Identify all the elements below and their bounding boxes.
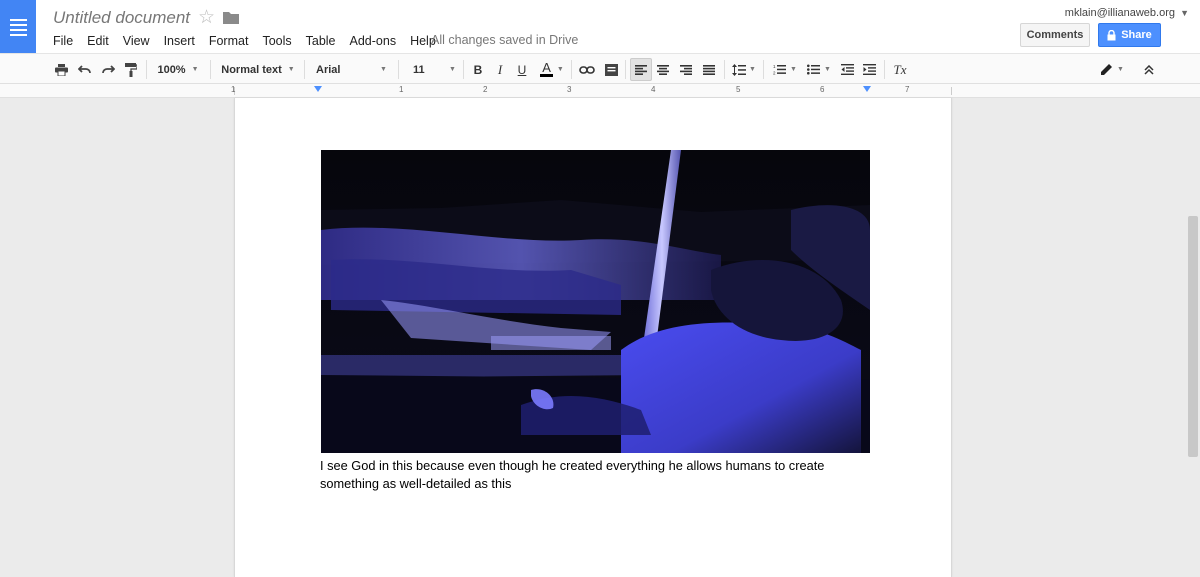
increase-indent-icon <box>862 64 876 75</box>
line-spacing-button[interactable]: ▼ <box>730 54 758 85</box>
menu-view[interactable]: View <box>123 34 150 48</box>
decrease-indent-icon <box>840 64 854 75</box>
chevron-down-icon: ▼ <box>1117 66 1124 73</box>
share-button[interactable]: Share <box>1098 23 1161 47</box>
text-color-button[interactable]: A ▼ <box>537 54 567 85</box>
undo-icon <box>77 64 91 73</box>
numbered-list-icon: 12 <box>773 64 787 76</box>
menu-tools[interactable]: Tools <box>262 34 291 48</box>
align-right-icon <box>680 64 692 75</box>
zoom-select[interactable]: 100% ▼ <box>152 54 204 85</box>
document-body-text[interactable]: I see God in this because even though he… <box>320 457 860 493</box>
print-button[interactable] <box>52 54 70 85</box>
chevron-down-icon: ▼ <box>790 66 797 73</box>
comment-icon <box>604 63 618 76</box>
embedded-photo[interactable] <box>321 150 870 453</box>
editing-mode-button[interactable]: ▼ <box>1097 54 1127 85</box>
docs-home-logo-icon[interactable] <box>0 0 36 53</box>
pencil-icon <box>1101 64 1113 75</box>
menu-table[interactable]: Table <box>306 34 336 48</box>
document-title[interactable]: Untitled document <box>53 8 190 28</box>
lock-icon <box>1107 29 1116 40</box>
collapse-menus-button[interactable] <box>1140 54 1158 85</box>
font-size-select[interactable]: 11 ▼ <box>404 54 458 85</box>
align-left-button[interactable] <box>630 58 652 81</box>
chevron-down-icon: ▼ <box>824 66 831 73</box>
svg-text:1: 1 <box>773 64 776 69</box>
font-family-value: Arial <box>316 63 341 76</box>
photo-content <box>321 150 870 453</box>
chevron-down-icon: ▼ <box>380 66 387 73</box>
insert-comment-button[interactable] <box>601 54 621 85</box>
document-canvas: I see God in this because even though he… <box>0 98 1200 577</box>
chevron-down-icon: ▼ <box>287 66 295 73</box>
print-icon <box>54 63 68 76</box>
docs-header: Untitled document ☆ File Edit View Inser… <box>0 0 1200 53</box>
account-caret-icon[interactable]: ▼ <box>1180 8 1189 18</box>
chevron-down-icon: ▼ <box>449 66 456 73</box>
double-chevron-up-icon <box>1144 64 1154 75</box>
comments-button[interactable]: Comments <box>1020 23 1090 47</box>
zoom-value: 100% <box>157 63 186 76</box>
menu-insert[interactable]: Insert <box>164 34 195 48</box>
align-right-button[interactable] <box>677 54 695 85</box>
line-spacing-icon <box>732 63 747 76</box>
chevron-down-icon: ▼ <box>191 66 199 73</box>
font-size-value: 11 <box>413 63 425 76</box>
ruler-number: 2 <box>483 85 488 94</box>
paint-format-button[interactable] <box>122 54 140 85</box>
align-justify-button[interactable] <box>700 54 718 85</box>
bold-button[interactable]: B <box>470 54 486 85</box>
folder-icon[interactable] <box>223 11 239 24</box>
horizontal-ruler[interactable]: 1 1 2 3 4 5 6 7 <box>0 84 1200 98</box>
align-left-icon <box>635 64 647 75</box>
increase-indent-button[interactable] <box>860 54 878 85</box>
redo-button[interactable] <box>99 54 117 85</box>
chevron-down-icon: ▼ <box>749 66 756 73</box>
ruler-number: 1 <box>399 85 404 94</box>
right-indent-marker-icon[interactable] <box>863 86 871 92</box>
ruler-number: 6 <box>820 85 825 94</box>
menu-edit[interactable]: Edit <box>87 34 109 48</box>
ruler-number: 4 <box>651 85 656 94</box>
align-center-button[interactable] <box>654 54 672 85</box>
decrease-indent-button[interactable] <box>838 54 856 85</box>
align-justify-icon <box>703 64 715 75</box>
italic-button[interactable]: I <box>492 54 508 85</box>
menu-format[interactable]: Format <box>209 34 249 48</box>
bulleted-list-button[interactable]: ▼ <box>804 54 834 85</box>
svg-text:2: 2 <box>773 71 776 76</box>
text-color-icon: A <box>540 60 553 77</box>
ruler-number: 5 <box>736 85 741 94</box>
chevron-down-icon: ▼ <box>556 66 564 73</box>
align-center-icon <box>657 64 669 75</box>
insert-link-button[interactable] <box>577 54 597 85</box>
numbered-list-button[interactable]: 12 ▼ <box>770 54 800 85</box>
paragraph-style-select[interactable]: Normal text ▼ <box>216 54 300 85</box>
account-email[interactable]: mklain@illianaweb.org <box>1065 7 1175 19</box>
redo-icon <box>101 64 115 73</box>
toolbar: 100% ▼ Normal text ▼ Arial ▼ 11 ▼ B I U A ▼ ▼ <box>0 53 1200 84</box>
left-indent-marker-icon[interactable] <box>314 86 322 92</box>
ruler-number: 1 <box>231 85 236 94</box>
vertical-scrollbar[interactable] <box>1188 216 1198 457</box>
underline-button[interactable]: U <box>514 54 530 85</box>
font-family-select[interactable]: Arial ▼ <box>310 54 392 85</box>
clear-formatting-button[interactable]: Tx <box>890 54 910 85</box>
share-label: Share <box>1121 29 1152 41</box>
ruler-track <box>234 87 952 95</box>
ruler-number: 3 <box>567 85 572 94</box>
menu-file[interactable]: File <box>53 34 73 48</box>
menu-addons[interactable]: Add-ons <box>350 34 397 48</box>
link-icon <box>579 65 595 74</box>
ruler-number: 7 <box>905 85 910 94</box>
bulleted-list-icon <box>807 64 821 75</box>
star-icon[interactable]: ☆ <box>198 6 215 29</box>
document-page[interactable]: I see God in this because even though he… <box>234 98 952 577</box>
paint-format-icon <box>125 62 137 77</box>
menu-bar: File Edit View Insert Format Tools Table… <box>53 33 450 48</box>
paragraph-style-value: Normal text <box>221 63 282 76</box>
undo-button[interactable] <box>75 54 93 85</box>
save-status[interactable]: All changes saved in Drive <box>431 33 578 47</box>
